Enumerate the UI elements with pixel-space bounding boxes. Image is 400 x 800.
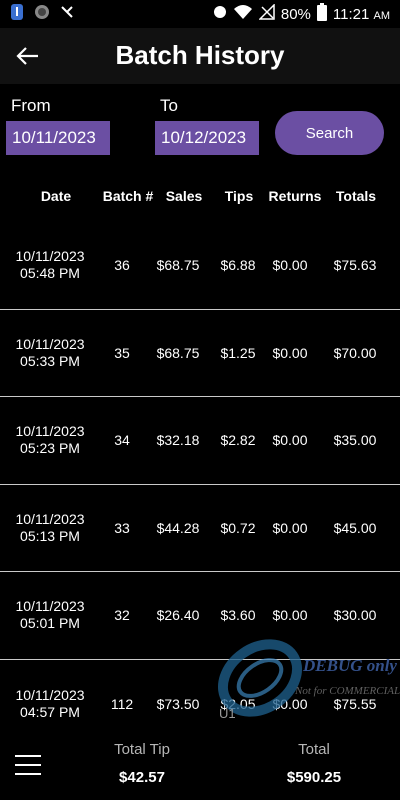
row-time: 04:57 PM [20, 704, 80, 720]
row-returns: $0.00 [272, 520, 308, 536]
hamburger-menu-icon [15, 755, 41, 775]
circle-app-icon [34, 4, 50, 24]
total-label: Total [298, 741, 330, 758]
row-returns: $0.00 [272, 345, 308, 361]
total-tip-label: Total Tip [114, 741, 170, 758]
clock-ampm: AM [373, 9, 391, 22]
total-tip-value: $42.57 [119, 769, 165, 786]
row-batch: 33 [114, 520, 130, 536]
row-sales: $73.50 [156, 696, 200, 712]
col-header-sales: Sales [165, 188, 203, 204]
battery-percent: 80% [280, 5, 311, 23]
col-header-tips: Tips [224, 188, 254, 204]
watermark-partial: U1 [219, 706, 236, 721]
row-time: 05:23 PM [20, 440, 80, 456]
wifi-icon [233, 4, 253, 24]
tool-icon [60, 5, 74, 23]
row-totals: $35.00 [333, 432, 377, 448]
row-tips: $6.88 [220, 257, 256, 273]
row-date: 10/11/2023 [15, 248, 85, 264]
table-row[interactable]: 10/11/2023 05:13 PM 33 $44.28 $0.72 $0.00… [0, 485, 400, 573]
table-header: Date Batch # Sales Tips Returns Totals [0, 188, 400, 212]
row-sales: $26.40 [156, 607, 200, 623]
table-row[interactable]: 10/11/2023 05:23 PM 34 $32.18 $2.82 $0.00… [0, 397, 400, 485]
row-batch: 35 [114, 345, 130, 361]
footer-bar: Total Tip $42.57 Total $590.25 [0, 730, 400, 800]
col-header-date: Date [40, 188, 72, 204]
status-bar: 80% 11:21 AM [0, 0, 400, 28]
status-bar-right: 80% 11:21 AM [213, 3, 390, 25]
status-bar-left [10, 3, 74, 25]
watermark-line2: Not for COMMERCIAL [295, 685, 400, 697]
row-totals: $30.00 [333, 607, 377, 623]
col-header-batch: Batch # [102, 188, 154, 204]
row-datetime: 10/11/2023 05:23 PM [2, 423, 98, 457]
row-tips: $2.82 [220, 432, 256, 448]
col-header-returns: Returns [268, 188, 322, 204]
row-batch: 32 [114, 607, 130, 623]
to-date-field[interactable]: 10/12/2023 [155, 121, 259, 155]
table-row[interactable]: 10/11/2023 05:33 PM 35 $68.75 $1.25 $0.00… [0, 310, 400, 398]
row-returns: $0.00 [272, 607, 308, 623]
debug-watermark: DEBUG only Not for COMMERCIAL U1 [215, 630, 400, 730]
record-icon [213, 5, 227, 23]
row-sales: $68.75 [156, 345, 200, 361]
row-date: 10/11/2023 [15, 511, 85, 527]
col-header-totals: Totals [335, 188, 377, 204]
row-totals: $75.63 [333, 257, 377, 273]
from-label: From [11, 96, 51, 115]
row-batch: 36 [114, 257, 130, 273]
row-totals: $45.00 [333, 520, 377, 536]
clock-time: 11:21 [332, 5, 370, 23]
menu-button[interactable] [14, 754, 42, 776]
row-time: 05:01 PM [20, 615, 80, 631]
row-batch: 34 [114, 432, 130, 448]
row-returns: $0.00 [272, 257, 308, 273]
row-sales: $68.75 [156, 257, 200, 273]
no-signal-icon [258, 3, 275, 24]
page-title: Batch History [115, 40, 285, 70]
row-batch: 112 [110, 696, 134, 712]
total-value: $590.25 [286, 769, 342, 786]
app-bar: Batch History [0, 28, 400, 84]
watermark-line1: DEBUG only [303, 656, 397, 675]
row-datetime: 10/11/2023 05:13 PM [2, 511, 98, 545]
row-date: 10/11/2023 [15, 336, 85, 352]
row-date: 10/11/2023 [15, 423, 85, 439]
row-date: 10/11/2023 [15, 687, 85, 703]
row-returns: $0.00 [272, 432, 308, 448]
row-tips: $0.72 [220, 520, 256, 536]
row-tips: $1.25 [220, 345, 256, 361]
battery-icon [316, 3, 327, 25]
row-time: 05:13 PM [20, 528, 80, 544]
row-time: 05:48 PM [20, 265, 80, 281]
row-tips: $3.60 [220, 607, 256, 623]
to-label: To [160, 96, 178, 115]
row-datetime: 10/11/2023 05:48 PM [2, 248, 98, 282]
row-datetime: 10/11/2023 05:33 PM [2, 336, 98, 370]
table-row[interactable]: 10/11/2023 05:48 PM 36 $68.75 $6.88 $0.00… [0, 222, 400, 310]
from-date-field[interactable]: 10/11/2023 [6, 121, 110, 155]
row-sales: $44.28 [156, 520, 200, 536]
row-datetime: 10/11/2023 04:57 PM [2, 687, 98, 721]
clock: 11:21 AM [333, 6, 390, 23]
row-sales: $32.18 [156, 432, 200, 448]
usb-icon [10, 3, 24, 25]
row-totals: $70.00 [333, 345, 377, 361]
row-time: 05:33 PM [20, 353, 80, 369]
row-datetime: 10/11/2023 05:01 PM [2, 598, 98, 632]
row-date: 10/11/2023 [15, 598, 85, 614]
search-button[interactable]: Search [275, 111, 384, 155]
